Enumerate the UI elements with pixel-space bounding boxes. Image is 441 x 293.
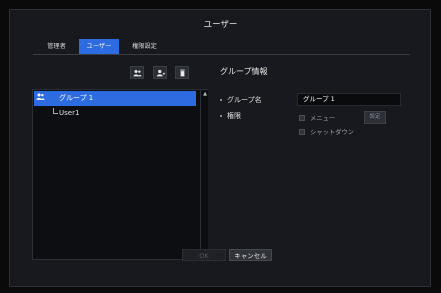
menu-checkbox-label: メニュー (310, 115, 336, 122)
user-tree: グループ 1 User1 ▲ ▼ (32, 89, 208, 260)
tree-scrollbar[interactable]: ▲ ▼ (200, 90, 208, 259)
tree-group-label[interactable]: グループ 1 (59, 93, 93, 103)
menu-checkbox[interactable] (299, 115, 305, 121)
add-user-icon (156, 69, 165, 76)
group-info-title: グループ情報 (220, 67, 268, 76)
cancel-button[interactable]: キャンセル (229, 249, 272, 261)
ok-button[interactable]: OK (182, 249, 226, 261)
shutdown-checkbox-label: シャットダウン (310, 129, 355, 136)
tab-admin[interactable]: 管理者 (38, 39, 75, 54)
add-group-button[interactable] (130, 66, 144, 79)
tree-branch-line (53, 108, 58, 114)
permission-label: 権限 (227, 112, 241, 120)
group-name-label: グループ名 (227, 96, 262, 104)
dialog-title: ユーザー (203, 20, 238, 30)
bullet-icon (220, 115, 222, 117)
group-icon (36, 93, 45, 100)
shutdown-checkbox[interactable] (299, 129, 305, 135)
add-group-icon (132, 69, 142, 76)
bullet-icon (220, 99, 222, 101)
delete-button[interactable] (175, 66, 189, 79)
trash-icon (179, 69, 185, 76)
group-name-input[interactable]: グループ 1 (297, 93, 401, 106)
tab-divider (33, 54, 410, 55)
tab-user[interactable]: ユーザー (79, 39, 119, 54)
tab-permission-settings[interactable]: 権限設定 (123, 39, 166, 54)
tree-user-label[interactable]: User1 (59, 109, 79, 117)
menu-settings-button[interactable]: 設定 (364, 111, 386, 124)
scroll-up-icon[interactable]: ▲ (202, 91, 208, 97)
add-user-button[interactable] (153, 66, 167, 79)
